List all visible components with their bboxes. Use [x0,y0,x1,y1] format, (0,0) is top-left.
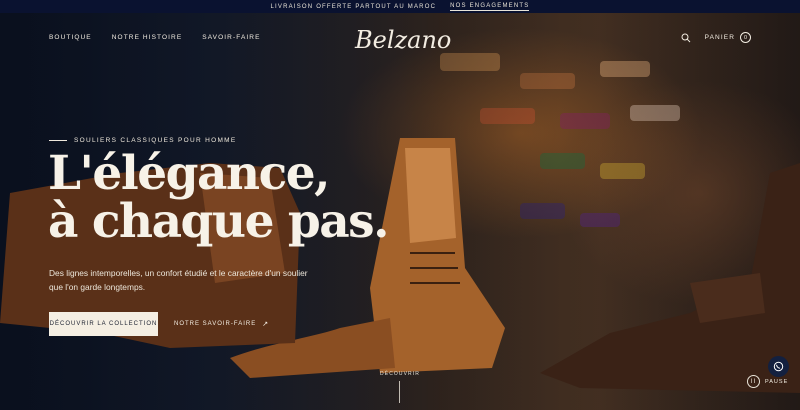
slideshow-pause-control[interactable]: II PAUSE [747,375,788,388]
hero-eyebrow: SOULIERS CLASSIQUES POUR HOMME [49,137,237,144]
nav-item-notre-histoire[interactable]: NOTRE HISTOIRE [112,34,183,41]
savoir-faire-link-label: NOTRE SAVOIR-FAIRE [174,321,257,327]
scroll-indicator-line [399,381,400,403]
pause-icon: II [747,375,760,388]
hero-subtext: Des lignes intemporelles, un confort étu… [49,268,308,292]
savoir-faire-link[interactable]: NOTRE SAVOIR-FAIRE ↗ [174,320,269,328]
hero-headline: L'élégance, à chaque pas. [48,146,390,249]
eyebrow-text: SOULIERS CLASSIQUES POUR HOMME [74,137,237,144]
headline-line-2: à chaque pas. [48,194,390,249]
eyebrow-divider [49,140,67,141]
headline-line-1: L'élégance, [48,146,330,201]
cart-button[interactable]: PANIER 0 [705,32,751,43]
engagements-link[interactable]: NOS ENGAGEMENTS [450,2,530,11]
brand-logo[interactable]: Belzano [355,24,451,56]
header-actions: PANIER 0 [681,32,751,43]
whatsapp-button[interactable] [768,356,789,377]
discover-collection-button[interactable]: DÉCOUVRIR LA COLLECTION [49,312,158,336]
nav-item-boutique[interactable]: BOUTIQUE [49,34,92,41]
nav-item-savoir-faire[interactable]: SAVOIR-FAIRE [202,34,260,41]
search-icon[interactable] [681,33,691,43]
whatsapp-icon [773,361,784,372]
cart-count-badge: 0 [740,32,751,43]
scroll-discover-label[interactable]: DÉCOUVRIR [376,371,424,377]
announcement-bar: LIVRAISON OFFERTE PARTOUT AU MAROC NOS E… [0,0,800,13]
shoe-right-image [540,163,800,393]
main-nav: BOUTIQUE NOTRE HISTOIRE SAVOIR-FAIRE [49,34,261,41]
cart-label: PANIER [704,34,735,41]
pause-label: PAUSE [765,378,789,385]
arrow-up-right-icon: ↗ [262,321,270,328]
announcement-text: LIVRAISON OFFERTE PARTOUT AU MAROC [270,3,437,10]
